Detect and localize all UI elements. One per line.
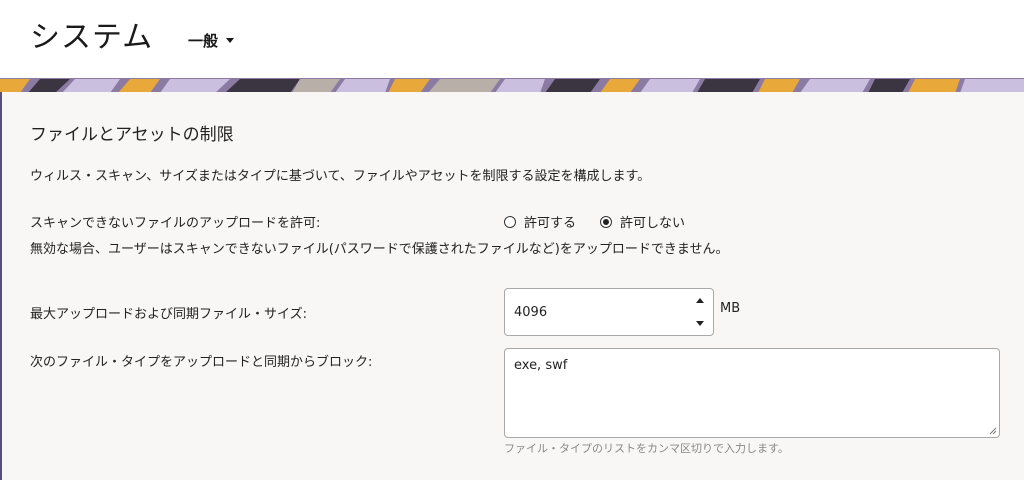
blocked-types-helper: ファイル・タイプのリストをカンマ区切りで入力します。 — [504, 442, 789, 455]
max-size-input[interactable]: 4096 — [504, 288, 714, 336]
settings-panel: ファイルとアセットの制限 ウィルス・スキャン、サイズまたはタイプに基づいて、ファ… — [0, 92, 1024, 480]
radio-disallow-circle[interactable] — [600, 215, 613, 228]
max-size-label: 最大アップロードおよび同期ファイル・サイズ: — [30, 307, 307, 322]
unscannable-note: 無効な場合、ユーザーはスキャンできないファイル(パスワードで保護されたファイルな… — [30, 242, 729, 257]
unscannable-radio-group: 許可する 許可しない — [504, 212, 709, 231]
spin-up-icon[interactable] — [696, 298, 704, 303]
spin-down-icon[interactable] — [696, 321, 704, 326]
section-title: ファイルとアセットの制限 — [30, 125, 234, 145]
resize-handle-icon[interactable] — [989, 427, 997, 435]
page-title: システム — [30, 20, 154, 55]
radio-disallow[interactable]: 許可しない — [600, 212, 685, 231]
unscannable-label: スキャンできないファイルのアップロードを許可: — [30, 216, 321, 231]
section-description: ウィルス・スキャン、サイズまたはタイプに基づいて、ファイルやアセットを制限する設… — [30, 169, 651, 184]
radio-allow[interactable]: 許可する — [504, 212, 576, 231]
radio-allow-circle[interactable] — [504, 215, 516, 228]
max-size-unit: MB — [720, 301, 741, 316]
max-size-value: 4096 — [514, 305, 548, 320]
radio-allow-label: 許可する — [524, 216, 577, 231]
blocked-types-value: exe, swf — [514, 358, 568, 373]
radio-disallow-label: 許可しない — [620, 216, 686, 231]
chevron-down-icon — [226, 38, 235, 43]
section-dropdown-label: 一般 — [188, 32, 219, 50]
section-dropdown[interactable]: 一般 — [188, 30, 235, 51]
header: システム 一般 — [0, 0, 1024, 78]
decorative-banner — [0, 78, 1024, 92]
banner-pattern — [0, 79, 1024, 92]
blocked-types-label: 次のファイル・タイプをアップロードと同期からブロック: — [30, 355, 373, 370]
blocked-types-textarea[interactable]: exe, swf — [504, 348, 1000, 438]
